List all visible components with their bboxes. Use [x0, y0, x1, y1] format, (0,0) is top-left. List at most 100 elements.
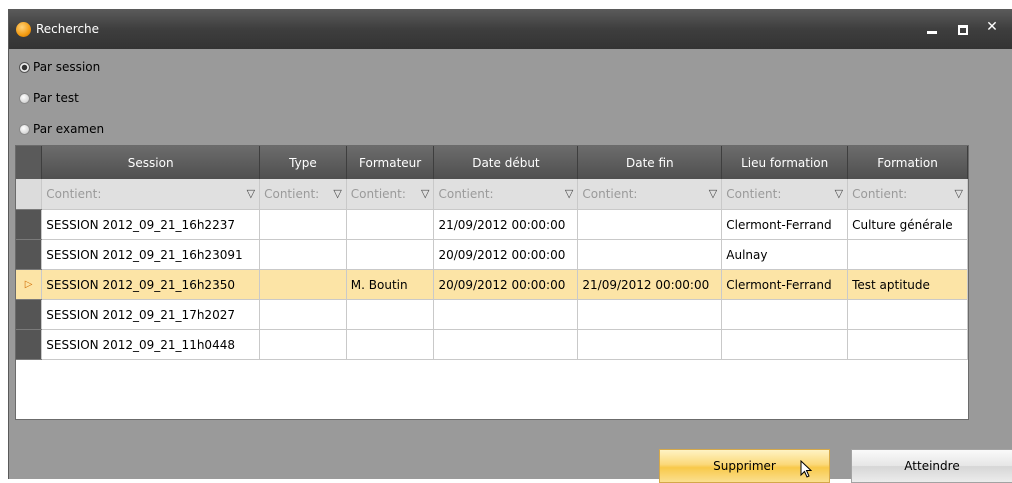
- filter-cell-formateur[interactable]: Contient: ▽: [346, 179, 435, 210]
- cell-formation[interactable]: [847, 299, 968, 330]
- cell-date-fin[interactable]: [577, 239, 723, 270]
- cell-type[interactable]: [259, 269, 347, 300]
- row-indicator[interactable]: [16, 299, 43, 330]
- radio-indicator[interactable]: [19, 92, 30, 104]
- filter-icon[interactable]: ▽: [955, 187, 963, 200]
- cell-type[interactable]: [259, 209, 347, 240]
- close-button[interactable]: ✕: [984, 19, 1000, 35]
- row-indicator[interactable]: [16, 239, 43, 270]
- title-bar: Recherche ✕: [9, 9, 1012, 49]
- app-icon: [16, 22, 31, 37]
- table-row[interactable]: SESSION 2012_09_21_16h2237 21/09/2012 00…: [16, 209, 968, 240]
- column-header-date-debut[interactable]: Date début: [433, 146, 579, 179]
- search-window: Recherche ✕ Par session Par test Par exa…: [8, 9, 1012, 483]
- radio-indicator[interactable]: [19, 123, 30, 135]
- cell-formation[interactable]: Culture générale: [847, 209, 968, 240]
- cell-date-fin[interactable]: [577, 299, 723, 330]
- column-header-formation[interactable]: Formation: [847, 146, 968, 179]
- column-header-type[interactable]: Type: [259, 146, 347, 179]
- radio-label: Par session: [33, 60, 101, 74]
- filter-indicator: [16, 179, 43, 210]
- filter-placeholder: Contient:: [726, 187, 782, 201]
- window-title: Recherche: [36, 22, 100, 36]
- cell-formateur[interactable]: M. Boutin: [346, 269, 435, 300]
- cell-type[interactable]: [259, 329, 347, 360]
- radio-par-session[interactable]: Par session: [19, 58, 100, 76]
- cell-date-fin[interactable]: [577, 329, 723, 360]
- minimize-icon: [927, 31, 937, 34]
- filter-cell-date-fin[interactable]: Contient: ▽: [577, 179, 723, 210]
- filter-placeholder: Contient:: [438, 187, 494, 201]
- cell-lieu-formation[interactable]: [721, 299, 849, 330]
- filter-cell-type[interactable]: Contient: ▽: [259, 179, 347, 210]
- radio-par-test[interactable]: Par test: [19, 89, 79, 107]
- header-indicator: [16, 146, 43, 179]
- filter-icon[interactable]: ▽: [421, 187, 429, 200]
- cell-session[interactable]: SESSION 2012_09_21_17h2027: [41, 299, 261, 330]
- cell-formateur[interactable]: [346, 209, 435, 240]
- minimize-button[interactable]: [924, 21, 940, 37]
- row-indicator[interactable]: [16, 329, 43, 360]
- close-icon: ✕: [986, 19, 998, 35]
- cell-date-debut[interactable]: [433, 329, 579, 360]
- cell-session[interactable]: SESSION 2012_09_21_16h23091: [41, 239, 261, 270]
- cell-type[interactable]: [259, 239, 347, 270]
- filter-icon[interactable]: ▽: [247, 187, 255, 200]
- header-row: Session Type Formateur Date début Date f…: [16, 146, 968, 179]
- cell-date-fin[interactable]: 21/09/2012 00:00:00: [577, 269, 723, 300]
- cell-lieu-formation[interactable]: Clermont-Ferrand: [721, 269, 849, 300]
- table-row[interactable]: SESSION 2012_09_21_11h0448: [16, 329, 968, 360]
- cell-lieu-formation[interactable]: Aulnay: [721, 239, 849, 270]
- supprimer-label: Supprimer: [713, 459, 776, 473]
- column-header-lieu-formation[interactable]: Lieu formation: [721, 146, 849, 179]
- row-indicator-arrow-icon[interactable]: ▷: [16, 269, 43, 300]
- filter-placeholder: Contient:: [46, 187, 102, 201]
- radio-indicator[interactable]: [19, 61, 30, 73]
- filter-cell-formation[interactable]: Contient: ▽: [847, 179, 968, 210]
- results-table: Session Type Formateur Date début Date f…: [16, 146, 968, 360]
- atteindre-button[interactable]: Atteindre: [851, 449, 1012, 483]
- cell-formateur[interactable]: [346, 299, 435, 330]
- results-grid[interactable]: Session Type Formateur Date début Date f…: [15, 145, 969, 420]
- filter-icon[interactable]: ▽: [835, 187, 843, 200]
- cell-date-debut[interactable]: 20/09/2012 00:00:00: [433, 239, 579, 270]
- cell-session[interactable]: SESSION 2012_09_21_16h2237: [41, 209, 261, 240]
- cell-session[interactable]: SESSION 2012_09_21_16h2350: [41, 269, 261, 300]
- filter-placeholder: Contient:: [264, 187, 320, 201]
- filter-cell-session[interactable]: Contient: ▽: [41, 179, 261, 210]
- row-indicator[interactable]: [16, 209, 43, 240]
- cell-lieu-formation[interactable]: Clermont-Ferrand: [721, 209, 849, 240]
- table-row[interactable]: SESSION 2012_09_21_17h2027: [16, 299, 968, 330]
- column-header-date-fin[interactable]: Date fin: [577, 146, 723, 179]
- cell-date-debut[interactable]: [433, 299, 579, 330]
- filter-placeholder: Contient:: [350, 187, 406, 201]
- radio-label: Par examen: [33, 122, 105, 136]
- filter-icon[interactable]: ▽: [709, 187, 717, 200]
- filter-icon[interactable]: ▽: [333, 187, 341, 200]
- cell-lieu-formation[interactable]: [721, 329, 849, 360]
- cell-formation[interactable]: Test aptitude: [847, 269, 968, 300]
- radio-label: Par test: [33, 91, 79, 105]
- filter-placeholder: Contient:: [582, 187, 638, 201]
- column-header-formateur[interactable]: Formateur: [346, 146, 435, 179]
- cell-formation[interactable]: [847, 239, 968, 270]
- cell-type[interactable]: [259, 299, 347, 330]
- cell-formateur[interactable]: [346, 329, 435, 360]
- cell-date-fin[interactable]: [577, 209, 723, 240]
- filter-row: Contient: ▽ Contient: ▽ Contient: ▽ Contien…: [16, 179, 968, 210]
- table-row-selected[interactable]: ▷ SESSION 2012_09_21_16h2350 M. Boutin 2…: [16, 269, 968, 300]
- column-header-session[interactable]: Session: [41, 146, 261, 179]
- cell-date-debut[interactable]: 21/09/2012 00:00:00: [433, 209, 579, 240]
- cell-date-debut[interactable]: 20/09/2012 00:00:00: [433, 269, 579, 300]
- maximize-button[interactable]: [955, 21, 971, 37]
- atteindre-label: Atteindre: [904, 459, 960, 473]
- table-row[interactable]: SESSION 2012_09_21_16h23091 20/09/2012 0…: [16, 239, 968, 270]
- filter-cell-lieu-formation[interactable]: Contient: ▽: [721, 179, 849, 210]
- cell-formateur[interactable]: [346, 239, 435, 270]
- cell-formation[interactable]: [847, 329, 968, 360]
- filter-placeholder: Contient:: [852, 187, 908, 201]
- radio-par-examen[interactable]: Par examen: [19, 120, 104, 138]
- filter-icon[interactable]: ▽: [565, 187, 573, 200]
- filter-cell-date-debut[interactable]: Contient: ▽: [433, 179, 579, 210]
- cell-session[interactable]: SESSION 2012_09_21_11h0448: [41, 329, 261, 360]
